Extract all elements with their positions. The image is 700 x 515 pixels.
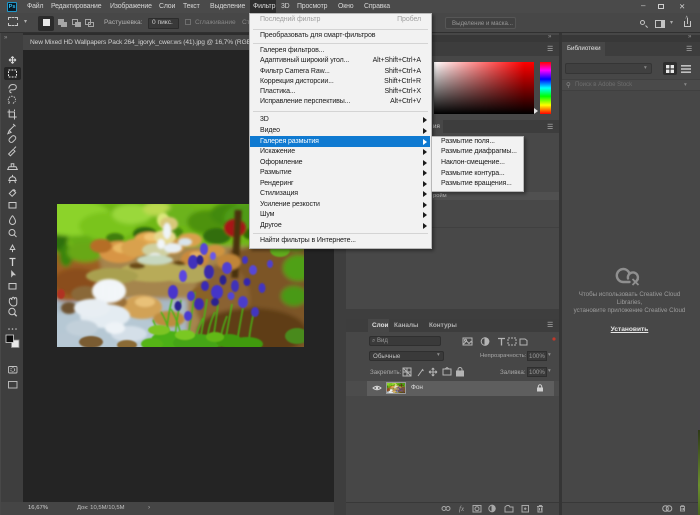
svg-text:fx: fx (459, 505, 465, 513)
